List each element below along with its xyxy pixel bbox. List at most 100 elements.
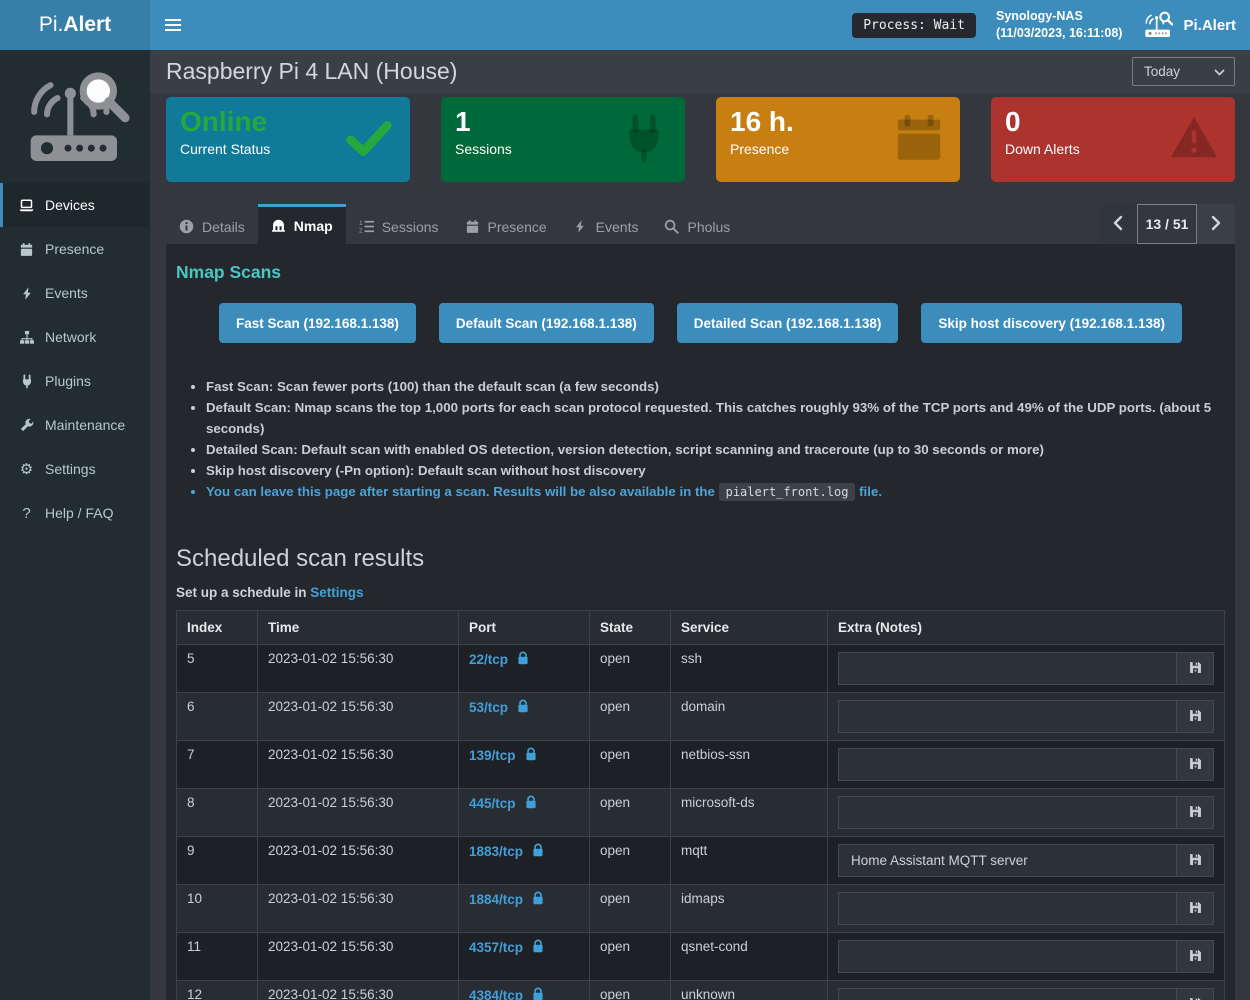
tab-events[interactable]: Events [560, 206, 652, 244]
prev-device-button[interactable] [1099, 204, 1137, 244]
sidebar-item-maintenance[interactable]: Maintenance [0, 403, 150, 447]
card-presence[interactable]: 16 h. Presence [716, 97, 960, 182]
table-row: 8 2023-01-02 15:56:30 445/tcp open micro… [177, 789, 1225, 837]
scheduled-results-title: Scheduled scan results [176, 545, 1225, 573]
note-input[interactable] [839, 989, 1176, 1000]
sidebar-item-label: Presence [45, 241, 104, 257]
tab-details[interactable]: Details [166, 206, 258, 244]
pager-position: 13 / 51 [1137, 204, 1197, 244]
question-icon: ? [18, 505, 35, 521]
cell-state: open [590, 885, 671, 933]
sidebar-item-events[interactable]: Events [0, 271, 150, 315]
tab-pholus[interactable]: Pholus [651, 206, 743, 244]
port-link[interactable]: 4357/tcp [469, 939, 544, 956]
col-header-index: Index [177, 611, 258, 645]
default-scan-button[interactable]: Default Scan (192.168.1.138) [439, 303, 654, 343]
save-note-button[interactable] [1176, 749, 1213, 780]
sidebar-item-label: Events [45, 285, 88, 301]
next-device-button[interactable] [1197, 204, 1235, 244]
save-note-button[interactable] [1176, 653, 1213, 684]
port-link[interactable]: 1883/tcp [469, 843, 544, 860]
log-hint-text: You can leave this page after starting a… [206, 484, 719, 499]
skip-host-discovery-button[interactable]: Skip host discovery (192.168.1.138) [921, 303, 1182, 343]
fast-scan-button[interactable]: Fast Scan (192.168.1.138) [219, 303, 416, 343]
sidebar-item-label: Plugins [45, 373, 91, 389]
col-header-service: Service [671, 611, 828, 645]
gear-icon: ⚙ [18, 461, 35, 477]
calendar-icon [18, 241, 35, 257]
note-input[interactable] [839, 701, 1176, 732]
topnav: Process: Wait Synology-NAS (11/03/2023, … [150, 0, 1250, 50]
sidebar-item-plugins[interactable]: Plugins [0, 359, 150, 403]
app-logo[interactable]: Pi.Alert [1142, 9, 1236, 41]
col-header-extra: Extra (Notes) [828, 611, 1225, 645]
tab-nmap[interactable]: Nmap [258, 204, 346, 244]
sidebar-item-settings[interactable]: ⚙ Settings [0, 447, 150, 491]
warning-icon [1167, 111, 1221, 165]
cell-port: 1883/tcp [469, 844, 523, 859]
save-icon [1188, 660, 1203, 678]
sidebar-item-devices[interactable]: Devices [0, 183, 150, 227]
col-header-time: Time [258, 611, 459, 645]
save-note-button[interactable] [1176, 989, 1213, 1000]
sidebar-item-label: Devices [45, 197, 95, 213]
check-icon [342, 111, 396, 165]
port-link[interactable]: 139/tcp [469, 747, 537, 764]
lock-icon [532, 987, 544, 1000]
cell-service: netbios-ssn [671, 741, 828, 789]
note-input[interactable] [839, 941, 1176, 972]
sidebar-item-network[interactable]: Network [0, 315, 150, 359]
period-select[interactable]: Today [1132, 57, 1235, 86]
cell-port: 4384/tcp [469, 988, 523, 1000]
scan-results-table: Index Time Port State Service Extra (Not… [176, 610, 1225, 1000]
settings-link[interactable]: Settings [310, 585, 363, 600]
tab-label: Sessions [382, 219, 439, 235]
note-input[interactable] [839, 845, 1176, 876]
sidebar-item-presence[interactable]: Presence [0, 227, 150, 271]
sidebar-item-help[interactable]: ? Help / FAQ [0, 491, 150, 535]
calendar-icon [465, 219, 480, 234]
table-row: 7 2023-01-02 15:56:30 139/tcp open netbi… [177, 741, 1225, 789]
port-link[interactable]: 22/tcp [469, 651, 529, 668]
cell-service: mqtt [671, 837, 828, 885]
cell-state: open [590, 933, 671, 981]
note-input-group [838, 700, 1214, 733]
tab-label: Pholus [687, 219, 730, 235]
archway-icon [271, 218, 286, 233]
port-link[interactable]: 445/tcp [469, 795, 537, 812]
note-input-group [838, 796, 1214, 829]
tab-presence[interactable]: Presence [452, 206, 560, 244]
table-row: 6 2023-01-02 15:56:30 53/tcp open domain [177, 693, 1225, 741]
port-link[interactable]: 53/tcp [469, 699, 529, 716]
save-note-button[interactable] [1176, 941, 1213, 972]
note-input-group [838, 652, 1214, 685]
save-note-button[interactable] [1176, 701, 1213, 732]
card-sessions[interactable]: 1 Sessions [441, 97, 685, 182]
save-icon [1188, 756, 1203, 774]
note-input[interactable] [839, 893, 1176, 924]
scan-buttons: Fast Scan (192.168.1.138) Default Scan (… [176, 303, 1225, 343]
cell-service: microsoft-ds [671, 789, 828, 837]
save-note-button[interactable] [1176, 845, 1213, 876]
pialert-router-icon [1142, 9, 1174, 41]
port-link[interactable]: 4384/tcp [469, 987, 544, 1000]
tab-sessions[interactable]: 12 Sessions [346, 206, 452, 244]
note-input[interactable] [839, 749, 1176, 780]
port-link[interactable]: 1884/tcp [469, 891, 544, 908]
save-note-button[interactable] [1176, 893, 1213, 924]
detailed-scan-button[interactable]: Detailed Scan (192.168.1.138) [677, 303, 899, 343]
cell-state: open [590, 981, 671, 1000]
card-down-alerts[interactable]: 0 Down Alerts [991, 97, 1235, 182]
card-current-status[interactable]: Online Current Status [166, 97, 410, 182]
brand-logo[interactable]: Pi.Alert [0, 0, 150, 50]
device-tabs: Details Nmap 12 Sessions Presence Events [150, 204, 1250, 244]
note-input[interactable] [839, 653, 1176, 684]
save-note-button[interactable] [1176, 797, 1213, 828]
scan-notes-list: Fast Scan: Scan fewer ports (100) than t… [176, 376, 1225, 503]
cell-port: 139/tcp [469, 748, 516, 763]
cell-index: 10 [177, 885, 258, 933]
note-input[interactable] [839, 797, 1176, 828]
bolt-icon [18, 285, 35, 301]
sidebar-toggle-button[interactable] [150, 0, 196, 50]
table-row: 9 2023-01-02 15:56:30 1883/tcp open mqtt [177, 837, 1225, 885]
